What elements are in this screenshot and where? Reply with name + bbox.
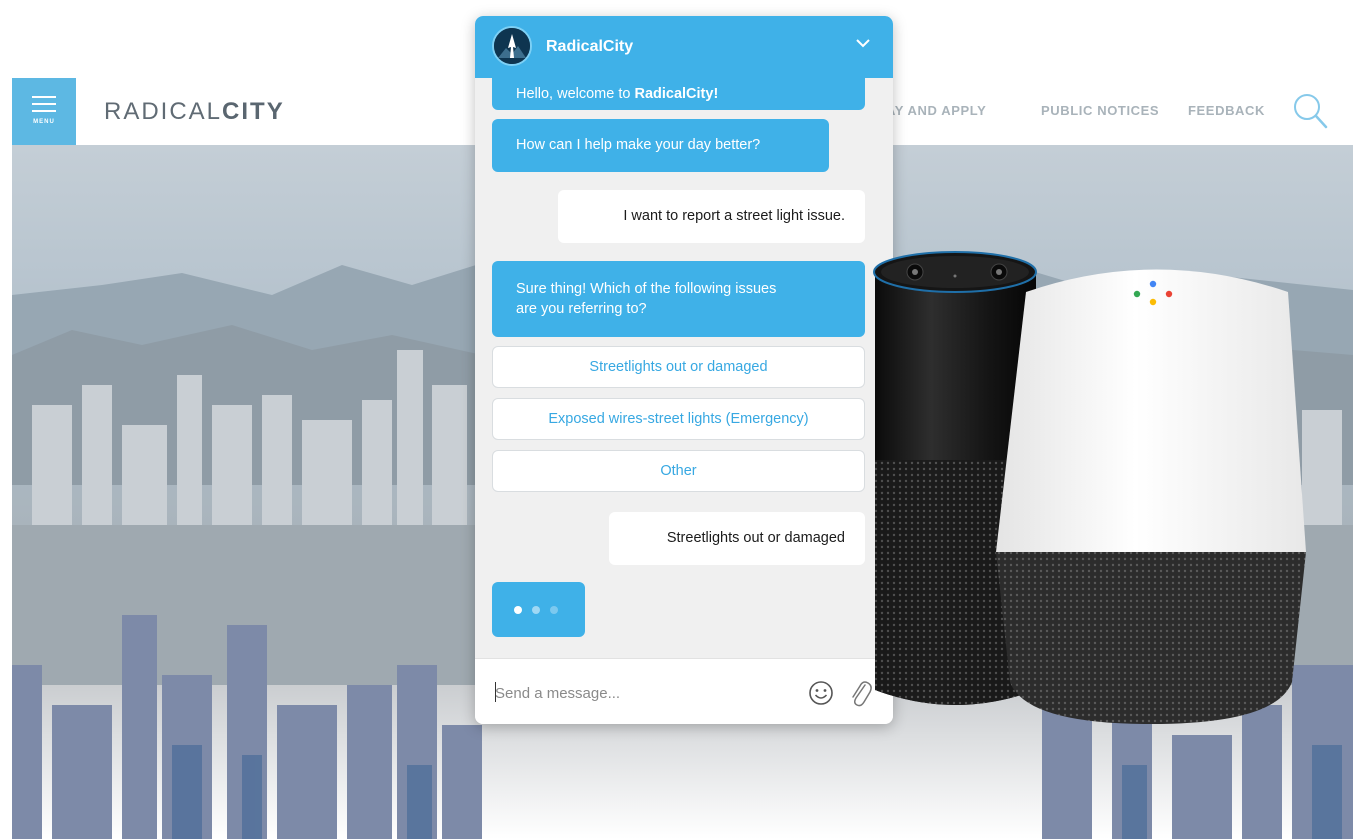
question-line-1: Sure thing! Which of the following issue…	[516, 281, 777, 297]
message-input[interactable]	[495, 681, 795, 705]
google-home-speaker-image	[996, 269, 1306, 724]
typing-dot	[550, 606, 558, 614]
user-message-choice: Streetlights out or damaged	[609, 512, 865, 565]
search-icon[interactable]	[1292, 92, 1330, 132]
chat-avatar	[492, 26, 532, 66]
chat-header[interactable]: RadicalCity	[475, 16, 893, 78]
nav-item-public-notices[interactable]: PUBLIC NOTICES	[1041, 103, 1159, 118]
question-line-2: are you referring to?	[516, 301, 647, 317]
menu-label: MENU	[33, 119, 55, 125]
paperclip-icon[interactable]	[848, 678, 872, 708]
option-streetlights-out[interactable]: Streetlights out or damaged	[492, 346, 865, 388]
menu-icon-bar	[32, 103, 56, 105]
menu-button[interactable]: MENU	[12, 78, 76, 145]
bot-message-question: Sure thing! Which of the following issue…	[492, 261, 865, 337]
typing-indicator	[492, 582, 585, 637]
chat-messages: Hello, welcome to RadicalCity! How can I…	[475, 78, 893, 658]
welcome-text: Hello, welcome to	[516, 86, 635, 102]
chevron-down-icon[interactable]	[856, 38, 870, 48]
menu-icon-bar	[32, 110, 56, 112]
logo-bold-text: CITY	[222, 98, 285, 125]
welcome-brand: RadicalCity!	[634, 86, 719, 102]
option-exposed-wires[interactable]: Exposed wires-street lights (Emergency)	[492, 398, 865, 440]
bot-message-help: How can I help make your day better?	[492, 119, 829, 172]
typing-dot	[532, 606, 540, 614]
typing-dot	[514, 606, 522, 614]
chat-input-bar	[475, 658, 893, 724]
smiley-icon[interactable]	[808, 680, 834, 706]
menu-icon-bar	[32, 96, 56, 98]
site-logo[interactable]: RADICALCITY	[104, 98, 285, 126]
nav-item-pay-and-apply[interactable]: AY AND APPLY	[886, 103, 986, 118]
logo-light-text: RADICAL	[104, 98, 223, 125]
bot-message-welcome: Hello, welcome to RadicalCity!	[492, 78, 865, 110]
page: MENU RADICALCITY AY AND APPLY PUBLIC NOT…	[0, 0, 1353, 839]
text-caret	[495, 682, 496, 702]
city-rocket-icon	[494, 28, 530, 64]
option-other[interactable]: Other	[492, 450, 865, 492]
chat-title: RadicalCity	[546, 38, 634, 55]
chat-widget: RadicalCity Hello, welcome to RadicalCit…	[475, 16, 893, 724]
user-message-report: I want to report a street light issue.	[558, 190, 865, 243]
nav-item-feedback[interactable]: FEEDBACK	[1188, 103, 1265, 118]
